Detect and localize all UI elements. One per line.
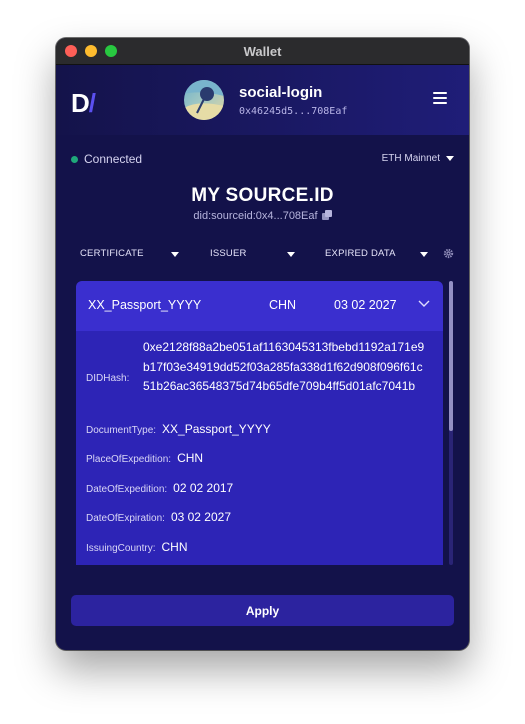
avatar[interactable] (184, 80, 224, 120)
caret-down-icon (446, 155, 454, 161)
account-name: social-login (239, 84, 323, 101)
date-of-expiration-value: 03 02 2027 (170, 510, 231, 524)
source-did: did:sourceid:0x4...708Eaf (56, 210, 469, 222)
window-title: Wallet (243, 44, 282, 59)
document-type-row: DocumentType: XX_Passport_YYYY (86, 420, 271, 438)
issuing-country-value: CHN (161, 540, 188, 554)
certificate-card-header[interactable]: XX_Passport_YYYY CHN 03 02 2027 (76, 281, 443, 331)
account-address[interactable]: 0x46245d5...708Eaf (239, 106, 347, 117)
apply-button[interactable]: Apply (71, 595, 454, 626)
certificate-details: DIDHash: 0xe2128f88a2be051af1163045313fb… (76, 331, 443, 565)
status-dot-icon (71, 156, 78, 163)
title-bar: Wallet (56, 38, 469, 65)
filter-certificate[interactable]: CERTIFICATE (80, 248, 179, 262)
date-of-expiration-row: DateOfExpiration: 03 02 2027 (86, 508, 231, 526)
scrollbar[interactable] (449, 281, 453, 565)
copy-icon[interactable] (321, 210, 332, 220)
place-of-expedition-row: PlaceOfExpedition: CHN (86, 449, 203, 467)
scrollbar-thumb[interactable] (449, 281, 453, 431)
certificate-list[interactable]: XX_Passport_YYYY CHN 03 02 2027 DIDHash:… (76, 281, 443, 565)
filter-expired-data[interactable]: EXPIRED DATA (325, 248, 428, 262)
did-hash-label: DIDHash: (86, 373, 130, 384)
date-of-expedition-label: DateOfExpedition: (86, 484, 168, 495)
network-selector[interactable]: ETH Mainnet (382, 153, 454, 164)
document-type-value: XX_Passport_YYYY (162, 422, 271, 436)
certificate-expiry: 03 02 2027 (334, 298, 397, 312)
app-logo[interactable]: D/ (71, 88, 96, 119)
avatar-image (184, 80, 224, 120)
gear-icon[interactable] (443, 248, 454, 259)
caret-down-icon (420, 252, 428, 257)
date-of-expiration-label: DateOfExpiration: (86, 513, 165, 524)
connection-status-text: Connected (84, 152, 143, 166)
app-header: D/ social-login 0x46245d5...708Eaf (56, 65, 469, 135)
caret-down-icon (171, 252, 179, 257)
chevron-down-icon[interactable] (418, 300, 430, 308)
wallet-window: Wallet D/ social-login 0x46245d5...708Ea… (56, 38, 469, 650)
did-hash-value: 0xe2128f88a2be051af1163045313fbebd1192a1… (143, 340, 425, 393)
date-of-expedition-value: 02 02 2017 (173, 481, 234, 495)
network-label: ETH Mainnet (381, 153, 440, 164)
certificate-name: XX_Passport_YYYY (88, 298, 202, 312)
issuing-country-label: IssuingCountry: (86, 543, 156, 554)
caret-down-icon (287, 252, 295, 257)
certificate-country: CHN (269, 298, 297, 312)
hamburger-menu-icon[interactable] (433, 92, 447, 104)
issuing-country-row: IssuingCountry: CHN (86, 538, 187, 556)
logo-letter: D (71, 88, 90, 118)
document-type-label: DocumentType: (86, 425, 157, 436)
filter-expired-label: EXPIRED DATA (325, 248, 396, 259)
source-title: MY SOURCE.ID (191, 185, 334, 206)
filter-certificate-label: CERTIFICATE (80, 248, 144, 259)
place-of-expedition-value: CHN (177, 451, 204, 465)
logo-slash: / (88, 88, 96, 118)
date-of-expedition-row: DateOfExpedition: 02 02 2017 (86, 479, 233, 497)
filter-issuer[interactable]: ISSUER (210, 248, 295, 262)
filter-issuer-label: ISSUER (210, 248, 247, 259)
did-text: did:sourceid:0x4...708Eaf (193, 210, 318, 222)
place-of-expedition-label: PlaceOfExpedition: (86, 454, 172, 465)
